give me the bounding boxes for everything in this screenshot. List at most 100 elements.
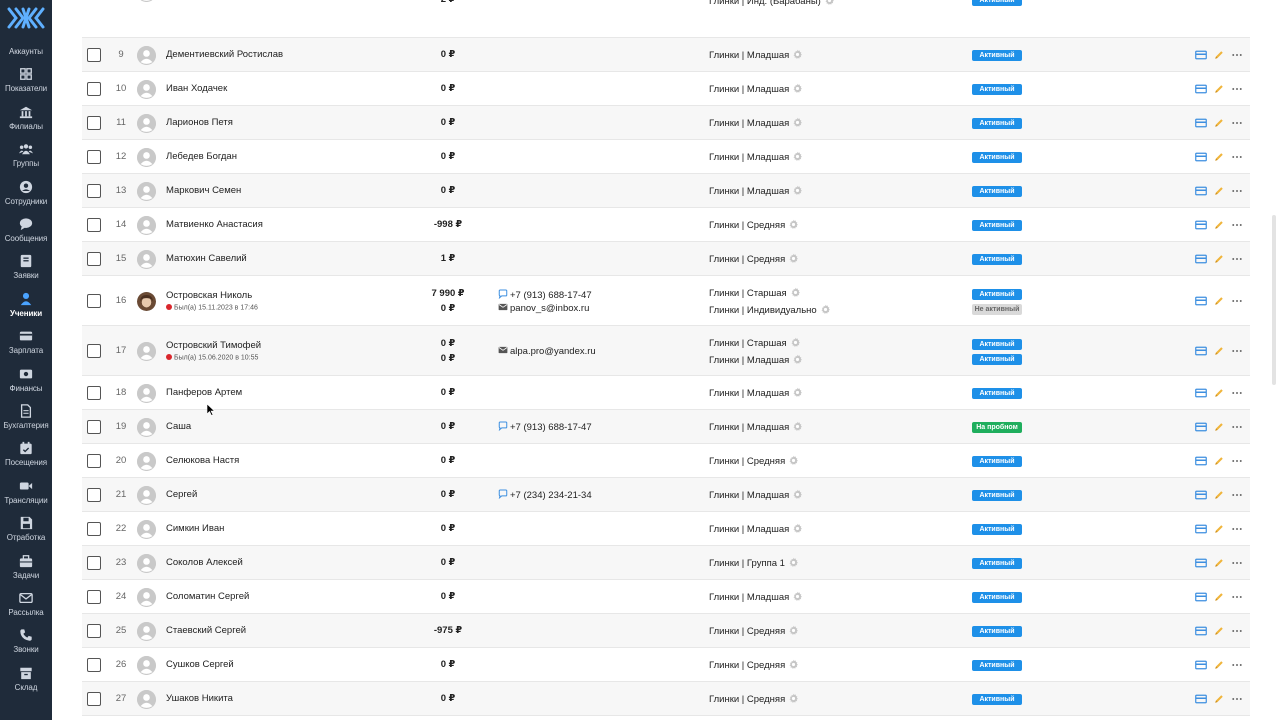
email-contact[interactable]: alpa.pro@yandex.ru xyxy=(498,345,596,357)
edit-button[interactable] xyxy=(1213,253,1225,265)
email-contact[interactable]: panov_s@inbox.ru xyxy=(498,302,589,314)
edit-button[interactable] xyxy=(1213,421,1225,433)
edit-button[interactable] xyxy=(1213,295,1225,307)
row-checkbox[interactable] xyxy=(87,218,101,232)
avatar[interactable] xyxy=(137,655,156,675)
group-assignment[interactable]: Глинки | Младшая xyxy=(709,489,803,503)
table-row[interactable]: 17 Островский Тимофей Был(а) 15.06.2020 в … xyxy=(82,326,1250,376)
sidebar-item-requests[interactable]: Заявки xyxy=(0,254,52,291)
payment-card-button[interactable] xyxy=(1195,117,1207,129)
group-assignment[interactable]: Глинки | Младшая xyxy=(709,523,803,537)
student-name[interactable]: Стаевский Сергей xyxy=(166,625,246,636)
gear-icon[interactable] xyxy=(792,489,803,503)
gear-icon[interactable] xyxy=(788,253,799,267)
scrollbar[interactable] xyxy=(1272,215,1276,385)
edit-button[interactable] xyxy=(1213,659,1225,671)
payment-card-button[interactable] xyxy=(1195,185,1207,197)
edit-button[interactable] xyxy=(1213,83,1225,95)
gear-icon[interactable] xyxy=(788,625,799,639)
avatar[interactable] xyxy=(137,249,156,269)
edit-button[interactable] xyxy=(1213,523,1225,535)
payment-card-button[interactable] xyxy=(1195,455,1207,467)
gear-icon[interactable] xyxy=(792,354,803,368)
student-name[interactable]: Матвиенко Анастасия xyxy=(166,219,263,230)
table-row[interactable]: 11 Ларионов Петя 0 ₽ Глинки | Младшая Активн… xyxy=(82,106,1250,140)
group-assignment[interactable]: Глинки | Средняя xyxy=(709,693,799,707)
gear-icon[interactable] xyxy=(790,287,801,301)
sidebar-item-groups[interactable]: Группы xyxy=(0,142,52,179)
group-assignment[interactable]: Глинки | Средняя xyxy=(709,455,799,469)
edit-button[interactable] xyxy=(1213,489,1225,501)
student-name[interactable]: Островский Тимофей xyxy=(166,340,261,351)
sidebar-item-employee[interactable]: Сотрудники xyxy=(0,180,52,217)
student-name[interactable]: Панферов Артем xyxy=(166,387,242,398)
edit-button[interactable] xyxy=(1213,455,1225,467)
avatar[interactable] xyxy=(137,181,156,201)
group-assignment[interactable]: Глинки | Младшая xyxy=(709,83,803,97)
payment-card-button[interactable] xyxy=(1195,659,1207,671)
row-checkbox[interactable] xyxy=(87,184,101,198)
payment-card-button[interactable] xyxy=(1195,83,1207,95)
student-name[interactable]: Сергей xyxy=(166,489,197,500)
avatar[interactable] xyxy=(137,553,156,573)
payment-card-button[interactable] xyxy=(1195,625,1207,637)
edit-button[interactable] xyxy=(1213,557,1225,569)
sidebar-item-accounts[interactable]: Аккаунты xyxy=(0,30,52,67)
more-actions-button[interactable] xyxy=(1231,421,1243,433)
row-checkbox[interactable] xyxy=(87,150,101,164)
sidebar-item-students[interactable]: Ученики xyxy=(0,292,52,329)
row-checkbox[interactable] xyxy=(87,658,101,672)
status-badge[interactable]: Активный xyxy=(972,117,1022,129)
more-actions-button[interactable] xyxy=(1231,253,1243,265)
status-badge[interactable]: Активный xyxy=(972,151,1022,163)
status-badge[interactable]: Активный xyxy=(972,253,1022,265)
more-actions-button[interactable] xyxy=(1231,557,1243,569)
edit-button[interactable] xyxy=(1213,49,1225,61)
student-name[interactable]: Соломатин Сергей xyxy=(166,591,249,602)
phone-contact[interactable]: +7 (913) 688-17-47 xyxy=(498,289,592,301)
student-name[interactable]: Дементиевский Ростислав xyxy=(166,49,283,60)
status-badge[interactable]: Активный xyxy=(972,455,1022,467)
group-assignment[interactable]: Глинки | Младшая xyxy=(709,185,803,199)
edit-button[interactable] xyxy=(1213,625,1225,637)
avatar[interactable] xyxy=(137,113,156,133)
status-badge[interactable]: Активный xyxy=(972,339,1022,350)
table-row[interactable]: 18 Панферов Артем 0 ₽ Глинки | Младшая Актив… xyxy=(82,376,1250,410)
status-badge[interactable]: Активный xyxy=(972,489,1022,501)
group-assignment[interactable]: Глинки | Индивидуально xyxy=(709,304,831,318)
student-name[interactable]: Ларионов Петя xyxy=(166,117,233,128)
student-name[interactable]: Иван Ходачек xyxy=(166,83,227,94)
gear-icon[interactable] xyxy=(824,0,835,9)
table-row[interactable]: 23 Соколов Алексей 0 ₽ Глинки | Группа 1 Акт… xyxy=(82,546,1250,580)
status-badge[interactable]: Активный xyxy=(972,523,1022,535)
avatar[interactable] xyxy=(137,291,156,311)
more-actions-button[interactable] xyxy=(1231,387,1243,399)
student-name[interactable]: Соколов Алексей xyxy=(166,557,243,568)
status-badge[interactable]: Активный xyxy=(972,387,1022,399)
row-checkbox[interactable] xyxy=(87,522,101,536)
avatar[interactable] xyxy=(137,383,156,403)
group-assignment[interactable]: Глинки | Средняя xyxy=(709,625,799,639)
group-assignment[interactable]: Глинки | Младшая xyxy=(709,591,803,605)
table-row[interactable]: 20 Селюкова Настя 0 ₽ Глинки | Средняя Актив… xyxy=(82,444,1250,478)
group-assignment[interactable]: Глинки | Младшая xyxy=(709,117,803,131)
table-row[interactable]: 10 Иван Ходачек 0 ₽ Глинки | Младшая Активны… xyxy=(82,72,1250,106)
table-row[interactable]: 22 Симкин Иван 0 ₽ Глинки | Младшая Активный xyxy=(82,512,1250,546)
row-checkbox[interactable] xyxy=(87,344,101,358)
gear-icon[interactable] xyxy=(792,591,803,605)
payment-card-button[interactable] xyxy=(1195,219,1207,231)
payment-card-button[interactable] xyxy=(1195,693,1207,705)
row-checkbox[interactable] xyxy=(87,692,101,706)
status-badge[interactable]: Активный xyxy=(972,693,1022,705)
edit-button[interactable] xyxy=(1213,151,1225,163)
status-badge[interactable]: Активный xyxy=(972,219,1022,231)
student-name[interactable]: Селюкова Настя xyxy=(166,455,239,466)
gear-icon[interactable] xyxy=(788,659,799,673)
payment-card-button[interactable] xyxy=(1195,591,1207,603)
row-checkbox[interactable] xyxy=(87,48,101,62)
avatar[interactable] xyxy=(137,341,156,361)
more-actions-button[interactable] xyxy=(1231,523,1243,535)
more-actions-button[interactable] xyxy=(1231,295,1243,307)
gear-icon[interactable] xyxy=(788,219,799,233)
more-actions-button[interactable] xyxy=(1231,693,1243,705)
